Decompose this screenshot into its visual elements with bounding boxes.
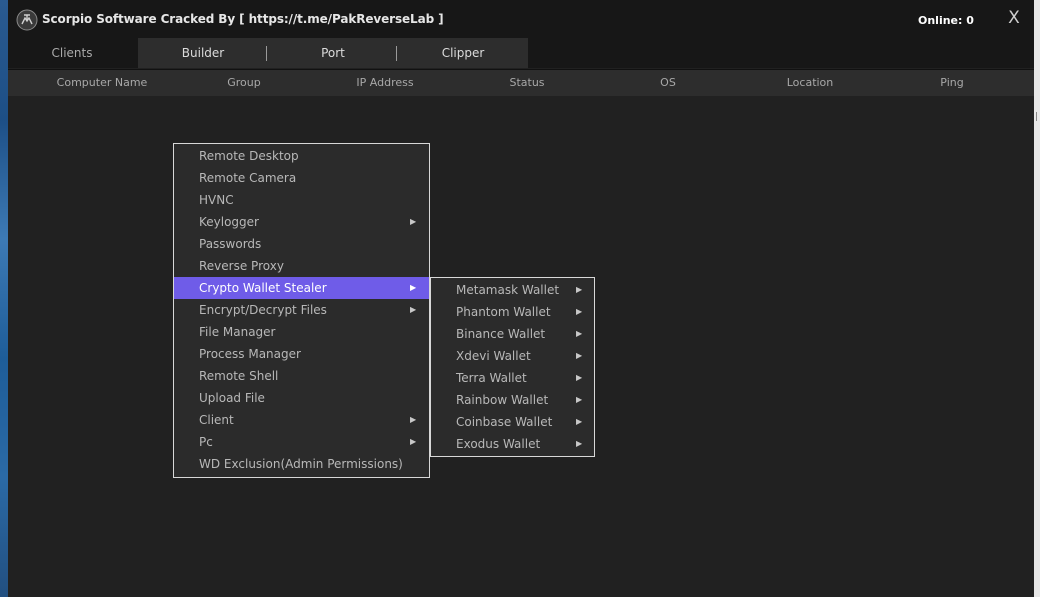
tab-clipper[interactable]: Clipper (398, 38, 528, 68)
submenu-arrow-icon: ▶ (410, 217, 417, 226)
column-header-group[interactable]: Group (227, 76, 261, 89)
submenu-arrow-icon: ▶ (576, 329, 583, 338)
menu-item-remote-shell[interactable]: Remote Shell (174, 365, 429, 387)
menu-item-crypto-wallet-stealer[interactable]: Crypto Wallet Stealer ▶ (174, 277, 429, 299)
tab-port[interactable]: Port (268, 38, 398, 68)
menu-item-label: Phantom Wallet (456, 305, 551, 319)
submenu-arrow-icon: ▶ (576, 395, 583, 404)
menu-item-label: Exodus Wallet (456, 437, 541, 451)
menu-item-label: Pc (199, 435, 213, 449)
menu-item-label: Remote Shell (199, 369, 279, 383)
menu-item-process-manager[interactable]: Process Manager (174, 343, 429, 365)
menu-item-passwords[interactable]: Passwords (174, 233, 429, 255)
title-bar[interactable]: Scorpio Software Cracked By [ https://t.… (8, 0, 1034, 38)
menu-item-label: Xdevi Wallet (456, 349, 531, 363)
context-menu: Remote Desktop Remote Camera HVNC Keylog… (173, 143, 430, 478)
menu-item-label: Upload File (199, 391, 265, 405)
menu-item-label: Coinbase Wallet (456, 415, 553, 429)
submenu-arrow-icon: ▶ (410, 283, 417, 292)
tab-separator (396, 46, 397, 61)
menu-item-label: Remote Camera (199, 171, 297, 185)
menu-item-label: Process Manager (199, 347, 301, 361)
scrollbar-edge (1036, 112, 1037, 121)
menu-item-label: HVNC (199, 193, 234, 207)
menu-item-label: Keylogger (199, 215, 259, 229)
menu-item-label: Remote Desktop (199, 149, 299, 163)
wallet-submenu: Metamask Wallet ▶ Phantom Wallet ▶ Binance… (430, 277, 595, 457)
desktop-background (0, 0, 8, 597)
menu-item-metamask-wallet[interactable]: Metamask Wallet ▶ (431, 279, 594, 301)
menu-item-label: Client (199, 413, 234, 427)
menu-item-file-manager[interactable]: File Manager (174, 321, 429, 343)
menu-item-label: WD Exclusion(Admin Permissions) (199, 457, 403, 471)
column-header-computer-name[interactable]: Computer Name (57, 76, 148, 89)
submenu-arrow-icon: ▶ (576, 417, 583, 426)
menu-item-label: Terra Wallet (456, 371, 527, 385)
menu-item-label: File Manager (199, 325, 276, 339)
menu-item-coinbase-wallet[interactable]: Coinbase Wallet ▶ (431, 411, 594, 433)
tab-builder[interactable]: Builder (138, 38, 268, 68)
online-count: Online: 0 (918, 14, 974, 27)
menu-item-encrypt-decrypt-files[interactable]: Encrypt/Decrypt Files ▶ (174, 299, 429, 321)
submenu-arrow-icon: ▶ (576, 285, 583, 294)
submenu-arrow-icon: ▶ (576, 307, 583, 316)
submenu-arrow-icon: ▶ (576, 373, 583, 382)
menu-item-hvnc[interactable]: HVNC (174, 189, 429, 211)
menu-item-xdevi-wallet[interactable]: Xdevi Wallet ▶ (431, 345, 594, 367)
column-header-status[interactable]: Status (509, 76, 544, 89)
menu-item-label: Reverse Proxy (199, 259, 284, 273)
menu-item-client[interactable]: Client ▶ (174, 409, 429, 431)
menu-item-upload-file[interactable]: Upload File (174, 387, 429, 409)
menu-item-exodus-wallet[interactable]: Exodus Wallet ▶ (431, 433, 594, 455)
submenu-arrow-icon: ▶ (576, 439, 583, 448)
menu-item-keylogger[interactable]: Keylogger ▶ (174, 211, 429, 233)
tab-bar: Clients Builder Port Clipper (8, 38, 1034, 68)
menu-item-label: Passwords (199, 237, 262, 251)
menu-item-label: Encrypt/Decrypt Files (199, 303, 327, 317)
column-header-location[interactable]: Location (787, 76, 834, 89)
menu-item-remote-camera[interactable]: Remote Camera (174, 167, 429, 189)
menu-item-label: Rainbow Wallet (456, 393, 549, 407)
scorpion-logo-icon (16, 9, 38, 31)
column-header-ping[interactable]: Ping (940, 76, 963, 89)
menu-item-rainbow-wallet[interactable]: Rainbow Wallet ▶ (431, 389, 594, 411)
menu-item-pc[interactable]: Pc ▶ (174, 431, 429, 453)
tab-clients[interactable]: Clients (8, 38, 136, 68)
column-header-os[interactable]: OS (660, 76, 676, 89)
submenu-arrow-icon: ▶ (410, 415, 417, 424)
submenu-arrow-icon: ▶ (410, 437, 417, 446)
desktop-background-right (1034, 0, 1040, 597)
menu-item-reverse-proxy[interactable]: Reverse Proxy (174, 255, 429, 277)
menu-item-phantom-wallet[interactable]: Phantom Wallet ▶ (431, 301, 594, 323)
menu-item-terra-wallet[interactable]: Terra Wallet ▶ (431, 367, 594, 389)
submenu-arrow-icon: ▶ (410, 305, 417, 314)
menu-item-wd-exclusion[interactable]: WD Exclusion(Admin Permissions) (174, 453, 429, 475)
menu-item-binance-wallet[interactable]: Binance Wallet ▶ (431, 323, 594, 345)
menu-item-remote-desktop[interactable]: Remote Desktop (174, 145, 429, 167)
tab-separator (266, 46, 267, 61)
column-header-ip-address[interactable]: IP Address (356, 76, 413, 89)
menu-item-label: Binance Wallet (456, 327, 546, 341)
close-button[interactable]: X (1002, 6, 1026, 30)
client-table-header: Computer Name Group IP Address Status OS… (8, 69, 1034, 96)
menu-item-label: Metamask Wallet (456, 283, 560, 297)
menu-item-label: Crypto Wallet Stealer (199, 281, 327, 295)
window-title: Scorpio Software Cracked By [ https://t.… (42, 12, 444, 26)
submenu-arrow-icon: ▶ (576, 351, 583, 360)
